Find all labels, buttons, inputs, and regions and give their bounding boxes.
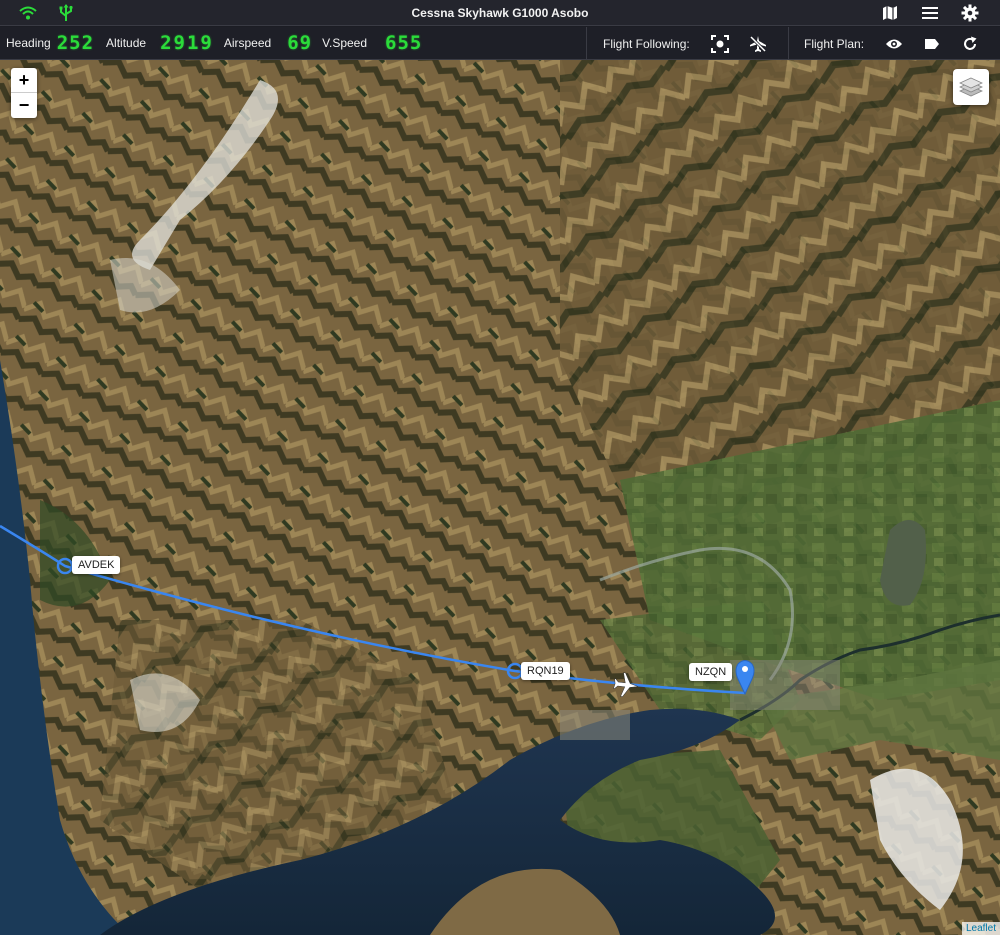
zoom-out-button[interactable]: − [11, 93, 37, 118]
waypoint-label-avdek[interactable]: AVDEK [72, 556, 121, 574]
map-icon[interactable] [880, 3, 900, 23]
layers-button[interactable] [953, 69, 989, 105]
zoom-in-button[interactable]: + [11, 68, 37, 93]
flight-following-group: Flight Following: [603, 27, 786, 60]
divider [586, 26, 587, 60]
menu-icon[interactable] [920, 3, 940, 23]
show-plan-button[interactable] [884, 34, 904, 54]
title-bar: Cessna Skyhawk G1000 Asobo [0, 0, 1000, 26]
app-title: Cessna Skyhawk G1000 Asobo [411, 5, 589, 20]
crosshair-icon [710, 34, 729, 53]
tag-icon [925, 38, 940, 49]
flight-plan-label: Flight Plan: [804, 36, 865, 51]
label-button[interactable] [922, 34, 942, 54]
waypoint-label-rqn19[interactable]: RQN19 [521, 662, 570, 680]
map-view[interactable]: + − AVDEK RQN19 NZQN Leaflet [0, 60, 1000, 935]
airspeed-readout: Airspeed 69 [218, 27, 312, 60]
plane-off-icon [749, 35, 766, 52]
heading-readout: Heading 252 [0, 27, 94, 60]
refresh-button[interactable] [960, 34, 980, 54]
altitude-value: 2919 [160, 32, 214, 54]
gear-icon[interactable] [960, 3, 980, 23]
airspeed-label: Airspeed [223, 36, 272, 50]
altitude-label: Altitude [106, 36, 147, 50]
flight-plan-group: Flight Plan: [804, 27, 998, 60]
vspeed-readout: V.Speed 655 [316, 27, 422, 60]
airspeed-value: 69 [287, 32, 313, 54]
flight-following-label: Flight Following: [603, 36, 690, 51]
eye-icon [886, 39, 903, 48]
instrument-bar: Heading 252 Altitude 2919 Airspeed 69 V.… [0, 26, 1000, 60]
altitude-readout: Altitude 2919 [100, 27, 214, 60]
heading-value: 252 [56, 32, 95, 54]
usb-icon[interactable] [56, 3, 76, 23]
vspeed-value: 655 [385, 32, 423, 54]
waypoint-label-nzqn[interactable]: NZQN [689, 663, 733, 681]
layers-icon [959, 77, 983, 97]
wifi-icon[interactable] [18, 3, 38, 23]
divider [788, 26, 789, 60]
satellite-terrain [0, 60, 1000, 935]
follow-plane-button[interactable] [748, 34, 768, 54]
zoom-control: + − [11, 68, 37, 118]
heading-label: Heading [6, 36, 51, 50]
refresh-icon [964, 36, 977, 50]
vspeed-label: V.Speed [322, 36, 368, 50]
map-attribution[interactable]: Leaflet [961, 922, 1000, 935]
follow-center-button[interactable] [710, 34, 730, 54]
